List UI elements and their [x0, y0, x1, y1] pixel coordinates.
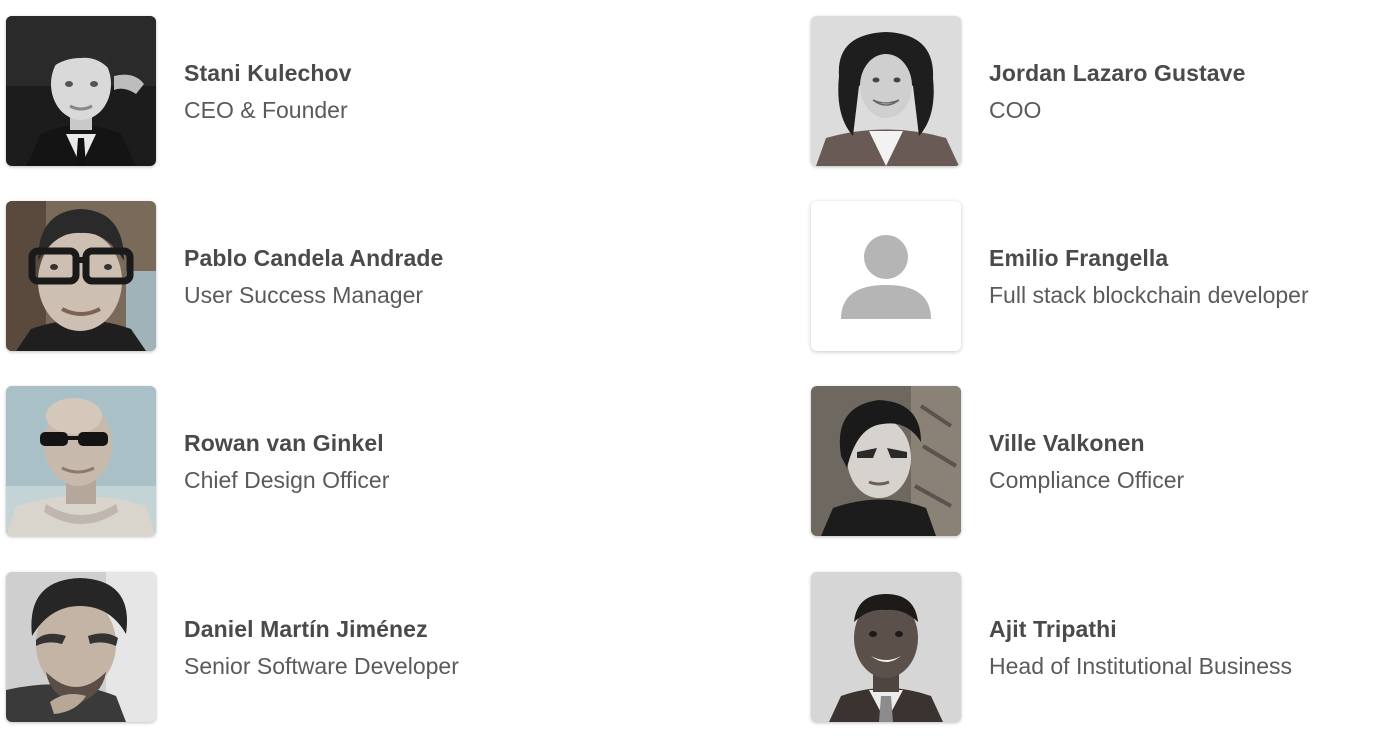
- member-name: Jordan Lazaro Gustave: [989, 59, 1246, 86]
- member-photo-image: [6, 386, 156, 536]
- member-role: CEO & Founder: [184, 96, 348, 123]
- member-info: Ajit Tripathi Head of Institutional Busi…: [989, 614, 1292, 681]
- member-name: Ville Valkonen: [989, 429, 1145, 456]
- member-info: Jordan Lazaro Gustave COO: [989, 58, 1245, 125]
- member-info: Daniel Martín Jiménez Senior Software De…: [184, 614, 459, 681]
- member-photo-image: [6, 572, 156, 722]
- member-photo-image: [6, 201, 156, 351]
- member-photo-image: [811, 572, 961, 722]
- member-photo: [6, 572, 156, 722]
- member-name: Stani Kulechov: [184, 59, 352, 86]
- member-role: Full stack blockchain developer: [989, 281, 1309, 308]
- team-member-card: Stani Kulechov CEO & Founder: [6, 15, 352, 167]
- default-person-icon: [811, 201, 961, 351]
- member-info: Pablo Candela Andrade User Success Manag…: [184, 243, 443, 310]
- member-name: Rowan van Ginkel: [184, 429, 384, 456]
- member-photo: [811, 16, 961, 166]
- member-photo-image: [6, 16, 156, 166]
- member-info: Ville Valkonen Compliance Officer: [989, 428, 1184, 495]
- team-member-card: Rowan van Ginkel Chief Design Officer: [6, 385, 389, 537]
- member-name: Daniel Martín Jiménez: [184, 615, 428, 642]
- member-photo: [811, 572, 961, 722]
- member-role: Senior Software Developer: [184, 652, 459, 679]
- member-role: Head of Institutional Business: [989, 652, 1293, 679]
- member-info: Emilio Frangella Full stack blockchain d…: [989, 243, 1309, 310]
- team-grid: Stani Kulechov CEO & Founder Jordan Laza…: [0, 0, 1400, 745]
- member-photo-placeholder: [811, 201, 961, 351]
- member-photo: [811, 386, 961, 536]
- member-role: Compliance Officer: [989, 466, 1185, 493]
- member-name: Pablo Candela Andrade: [184, 244, 444, 271]
- member-photo-image: [811, 16, 961, 166]
- team-member-card: Daniel Martín Jiménez Senior Software De…: [6, 571, 459, 723]
- member-role: User Success Manager: [184, 281, 424, 308]
- member-name: Emilio Frangella: [989, 244, 1169, 271]
- team-member-card: Jordan Lazaro Gustave COO: [811, 15, 1245, 167]
- team-member-card: Ajit Tripathi Head of Institutional Busi…: [811, 571, 1292, 723]
- team-member-card: Emilio Frangella Full stack blockchain d…: [811, 200, 1309, 352]
- member-role: COO: [989, 96, 1042, 123]
- member-role: Chief Design Officer: [184, 466, 390, 493]
- member-info: Stani Kulechov CEO & Founder: [184, 58, 352, 125]
- team-member-card: Ville Valkonen Compliance Officer: [811, 385, 1184, 537]
- member-name: Ajit Tripathi: [989, 615, 1117, 642]
- member-photo: [6, 16, 156, 166]
- member-photo: [6, 201, 156, 351]
- member-photo: [6, 386, 156, 536]
- team-member-card: Pablo Candela Andrade User Success Manag…: [6, 200, 443, 352]
- member-photo-image: [811, 386, 961, 536]
- member-info: Rowan van Ginkel Chief Design Officer: [184, 428, 389, 495]
